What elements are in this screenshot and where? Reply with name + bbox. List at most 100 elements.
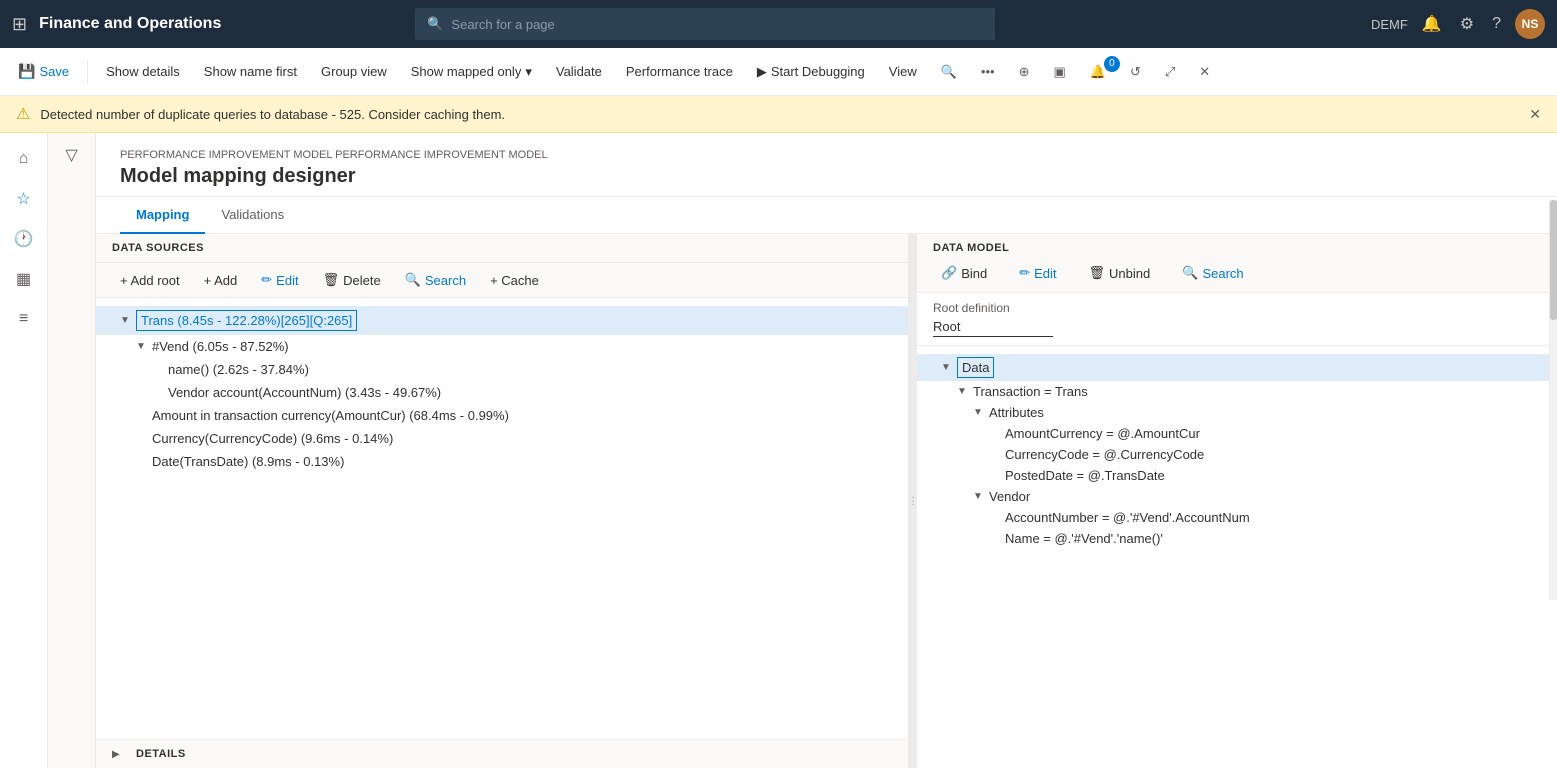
dm-tree-item[interactable]: ▼ Transaction = Trans (917, 381, 1557, 402)
search-button[interactable]: 🔍 (931, 60, 967, 84)
show-name-button[interactable]: Show name first (194, 60, 307, 83)
grid-layout-button[interactable]: ⊕ (1009, 60, 1040, 84)
sidebar-item-workspaces[interactable]: ▦ (6, 261, 42, 297)
settings-button[interactable]: ⚙ (1456, 10, 1478, 38)
tab-validations[interactable]: Validations (205, 197, 300, 234)
dm-edit-button[interactable]: ✏ Edit (1011, 262, 1064, 284)
search-icon: 🔍 (405, 272, 421, 288)
expand-icon (989, 512, 1005, 523)
cache-button[interactable]: + Cache (482, 270, 547, 291)
data-model-title: DATA MODEL (933, 242, 1541, 254)
show-details-button[interactable]: Show details (96, 60, 190, 83)
dm-item-text: AmountCurrency = @.AmountCur (1005, 426, 1200, 441)
group-view-button[interactable]: Group view (311, 60, 397, 83)
add-root-button[interactable]: + Add root (112, 270, 188, 291)
dm-tree-item[interactable]: ▼ Attributes (917, 402, 1557, 423)
expand-icon (136, 433, 152, 444)
notification-count: 0 (1104, 56, 1120, 72)
tree-item[interactable]: ▼ #Vend (6.05s - 87.52%) (96, 335, 908, 358)
tree-item[interactable]: Currency(CurrencyCode) (9.6ms - 0.14%) (96, 427, 908, 450)
delete-icon: 🗑 (323, 272, 340, 288)
tree-item[interactable]: ▼ Trans (8.45s - 122.28%)[265][Q:265] (96, 306, 908, 335)
edit-button[interactable]: ✏ Edit (253, 269, 306, 291)
dm-tree-item[interactable]: ▼ Data (917, 354, 1557, 381)
expand-icon: ▼ (973, 407, 989, 418)
tree-item[interactable]: Date(TransDate) (8.9ms - 0.13%) (96, 450, 908, 473)
tab-mapping[interactable]: Mapping (120, 197, 205, 234)
pane-button[interactable]: ▣ (1043, 60, 1075, 84)
tree-item-text: name() (2.62s - 37.84%) (168, 362, 309, 377)
add-button[interactable]: + Add (196, 270, 246, 291)
dm-tree-item[interactable]: CurrencyCode = @.CurrencyCode (917, 444, 1557, 465)
app-title: Finance and Operations (39, 15, 221, 33)
tree-item[interactable]: Vendor account(AccountNum) (3.43s - 49.6… (96, 381, 908, 404)
expand-icon: ▼ (941, 362, 957, 373)
help-button[interactable]: ? (1488, 11, 1505, 37)
details-panel: ▶ DETAILS (96, 739, 908, 768)
dm-tree-item[interactable]: AmountCurrency = @.AmountCur (917, 423, 1557, 444)
nav-right: DEMF 🔔 ⚙ ? NS (1371, 9, 1545, 39)
expand-icon: ▼ (136, 341, 152, 352)
notification-button[interactable]: 🔔 (1418, 10, 1446, 38)
environment-label: DEMF (1371, 17, 1408, 32)
unbind-button[interactable]: 🗑 Unbind (1081, 262, 1159, 284)
dm-item-text: PostedDate = @.TransDate (1005, 468, 1165, 483)
global-search-input[interactable] (451, 17, 983, 32)
dm-tree-item[interactable]: Name = @.'#Vend'.'name()' (917, 528, 1557, 549)
data-model-toolbar: 🔗 Bind ✏ Edit 🗑 Unbind (933, 262, 1541, 284)
ds-search-button[interactable]: 🔍 Search (397, 269, 474, 291)
details-expand-icon[interactable]: ▶ (112, 749, 128, 760)
delete-button[interactable]: 🗑 Delete (315, 269, 389, 291)
data-sources-tree: ▼ Trans (8.45s - 122.28%)[265][Q:265] ▼ … (96, 298, 908, 739)
validate-button[interactable]: Validate (546, 60, 612, 83)
show-mapped-button[interactable]: Show mapped only ▾ (401, 60, 542, 84)
dm-item-text: Attributes (989, 405, 1044, 420)
right-scrollbar[interactable] (1549, 234, 1557, 600)
refresh-button[interactable]: ↺ (1120, 60, 1151, 84)
popout-button[interactable]: ⤢ (1155, 60, 1185, 84)
view-button[interactable]: View (879, 60, 927, 83)
main-layout: ⌂ ☆ 🕐 ▦ ≡ ▽ PERFORMANCE IMPROVEMENT MODE… (0, 133, 1557, 768)
main-content: PERFORMANCE IMPROVEMENT MODEL PERFORMANC… (96, 133, 1557, 768)
tree-item-text: Trans (8.45s - 122.28%)[265][Q:265] (136, 310, 357, 331)
filter-icon[interactable]: ▽ (65, 145, 77, 165)
dm-item-text: Vendor (989, 489, 1030, 504)
bind-button[interactable]: 🔗 Bind (933, 262, 995, 284)
sidebar-item-favorites[interactable]: ☆ (6, 181, 42, 217)
expand-icon: ▼ (120, 315, 136, 326)
data-model-tree: ▼ Data ▼ Transaction = Trans ▼ Attribute… (917, 346, 1557, 768)
tree-item-text: Date(TransDate) (8.9ms - 0.13%) (152, 454, 344, 469)
sidebar-item-list[interactable]: ≡ (6, 301, 42, 337)
expand-icon (989, 470, 1005, 481)
dm-tree-item[interactable]: AccountNumber = @.'#Vend'.AccountNum (917, 507, 1557, 528)
expand-icon (989, 428, 1005, 439)
warning-icon: ⚠ (16, 104, 30, 124)
tree-item[interactable]: name() (2.62s - 37.84%) (96, 358, 908, 381)
link-icon: 🔗 (941, 265, 957, 281)
dm-tree-item[interactable]: PostedDate = @.TransDate (917, 465, 1557, 486)
alert-banner: ⚠ Detected number of duplicate queries t… (0, 96, 1557, 133)
sidebar-item-home[interactable]: ⌂ (6, 141, 42, 177)
sidebar-item-recent[interactable]: 🕐 (6, 221, 42, 257)
expand-icon (152, 364, 168, 375)
expand-icon: ▼ (957, 386, 973, 397)
panels: DATA SOURCES + Add root + Add ✏ Edit (96, 234, 1557, 768)
close-button[interactable]: ✕ (1189, 60, 1220, 84)
dm-search-button[interactable]: 🔍 Search (1174, 262, 1251, 284)
more-button[interactable]: ••• (971, 60, 1005, 83)
save-button[interactable]: 💾 Save (8, 59, 79, 84)
dm-tree-item[interactable]: ▼ Vendor (917, 486, 1557, 507)
content-area: ▽ PERFORMANCE IMPROVEMENT MODEL PERFORMA… (48, 133, 1557, 768)
tree-item[interactable]: Amount in transaction currency(AmountCur… (96, 404, 908, 427)
avatar[interactable]: NS (1515, 9, 1545, 39)
start-debugging-button[interactable]: ▶ Start Debugging (747, 60, 875, 84)
data-sources-title: DATA SOURCES (112, 242, 204, 254)
data-model-header: DATA MODEL 🔗 Bind ✏ Edit 🗑 (917, 234, 1557, 293)
dm-item-text: Data (957, 357, 994, 378)
toolbar-separator-1 (87, 60, 88, 84)
alert-close-button[interactable]: ✕ (1529, 106, 1541, 123)
global-search-bar[interactable]: 🔍 (415, 8, 995, 40)
panel-divider[interactable]: ⋮ (909, 234, 917, 768)
grid-icon[interactable]: ⊞ (12, 14, 27, 35)
performance-trace-button[interactable]: Performance trace (616, 60, 743, 83)
